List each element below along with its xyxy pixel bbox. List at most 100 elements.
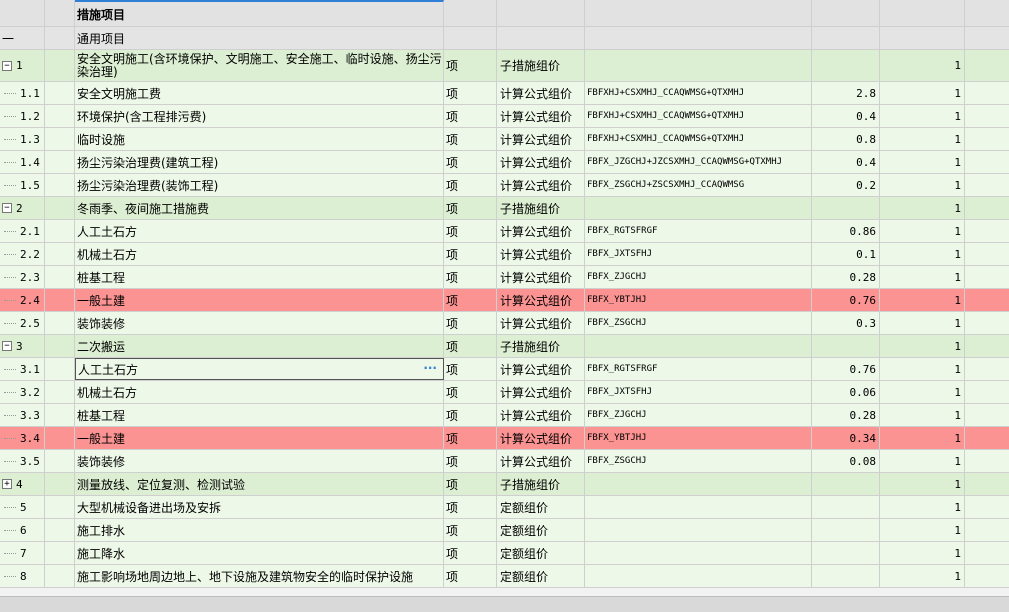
unit-cell[interactable]: 项	[444, 266, 497, 288]
rate-cell[interactable]: 0.34	[812, 427, 880, 449]
formula-cell[interactable]: FBFX_ZSGCHJ	[585, 312, 812, 334]
quantity-cell[interactable]: 1	[880, 82, 965, 104]
rate-cell[interactable]: 0.86	[812, 220, 880, 242]
number-cell[interactable]: −1	[0, 50, 45, 81]
number-cell[interactable]: 3.5	[0, 450, 45, 472]
table-row[interactable]: 2.4 一般土建 项计算公式组价 FBFX_YBTJHJ 0.76 1	[0, 289, 1009, 312]
quantity-cell[interactable]	[880, 27, 965, 49]
name-cell[interactable]: 安全文明施工费	[75, 82, 444, 104]
unit-cell[interactable]: 项	[444, 519, 497, 541]
pricing-type-cell[interactable]: 子措施组价	[497, 473, 585, 495]
formula-cell[interactable]: FBFX_YBTJHJ	[585, 427, 812, 449]
quantity-cell[interactable]: 1	[880, 404, 965, 426]
table-row[interactable]: 3.4 一般土建 项计算公式组价 FBFX_YBTJHJ 0.34 1	[0, 427, 1009, 450]
unit-cell[interactable]: 项	[444, 335, 497, 357]
pricing-type-cell[interactable]	[497, 27, 585, 49]
formula-cell[interactable]: FBFX_ZSGCHJ	[585, 450, 812, 472]
number-cell[interactable]: 1.5	[0, 174, 45, 196]
table-row[interactable]: 1.3 临时设施 项计算公式组价 FBFXHJ+CSXMHJ_CCAQWMSG+QTX…	[0, 128, 1009, 151]
quantity-cell[interactable]: 1	[880, 427, 965, 449]
horizontal-scrollbar[interactable]	[0, 596, 1009, 612]
pricing-type-cell[interactable]: 计算公式组价	[497, 105, 585, 127]
formula-cell[interactable]	[585, 197, 812, 219]
rate-cell[interactable]: 0.8	[812, 128, 880, 150]
pricing-type-cell[interactable]: 计算公式组价	[497, 151, 585, 173]
number-cell[interactable]: 6	[0, 519, 45, 541]
pricing-type-cell[interactable]: 计算公式组价	[497, 128, 585, 150]
formula-cell[interactable]: FBFXHJ+CSXMHJ_CCAQWMSG+QTXMHJ	[585, 128, 812, 150]
name-cell[interactable]: 一般土建	[75, 427, 444, 449]
collapse-icon[interactable]: −	[2, 60, 12, 71]
name-cell[interactable]: 装饰装修	[75, 450, 444, 472]
name-cell[interactable]: 施工降水	[75, 542, 444, 564]
rate-cell[interactable]: 2.8	[812, 82, 880, 104]
number-cell[interactable]: +4	[0, 473, 45, 495]
formula-cell[interactable]: FBFX_JXTSFHJ	[585, 381, 812, 403]
unit-cell[interactable]: 项	[444, 197, 497, 219]
quantity-cell[interactable]: 1	[880, 266, 965, 288]
name-cell[interactable]: 大型机械设备进出场及安拆	[75, 496, 444, 518]
formula-cell[interactable]	[585, 542, 812, 564]
name-cell[interactable]: 桩基工程	[75, 404, 444, 426]
quantity-cell[interactable]: 1	[880, 197, 965, 219]
name-cell[interactable]: 通用项目	[75, 27, 444, 49]
number-cell[interactable]: 2.4	[0, 289, 45, 311]
quantity-cell[interactable]: 1	[880, 335, 965, 357]
unit-cell[interactable]: 项	[444, 450, 497, 472]
number-cell[interactable]: 2.3	[0, 266, 45, 288]
formula-cell[interactable]	[585, 50, 812, 81]
name-cell[interactable]: 人工土石方	[75, 220, 444, 242]
rate-cell[interactable]	[812, 50, 880, 81]
pricing-type-cell[interactable]: 计算公式组价	[497, 312, 585, 334]
table-row[interactable]: 1.5 扬尘污染治理费(装饰工程) 项计算公式组价 FBFX_ZSGCHJ+ZSCSX…	[0, 174, 1009, 197]
name-cell[interactable]: 测量放线、定位复测、检测试验	[75, 473, 444, 495]
number-cell[interactable]: 3.3	[0, 404, 45, 426]
table-row[interactable]: 2.1 人工土石方 项计算公式组价 FBFX_RGTSFRGF 0.86 1	[0, 220, 1009, 243]
rate-cell[interactable]	[812, 335, 880, 357]
pricing-type-cell[interactable]: 子措施组价	[497, 197, 585, 219]
unit-cell[interactable]: 项	[444, 381, 497, 403]
unit-cell[interactable]: 项	[444, 50, 497, 81]
quantity-cell[interactable]: 1	[880, 312, 965, 334]
rate-cell[interactable]: 0.3	[812, 312, 880, 334]
table-row[interactable]: +4 测量放线、定位复测、检测试验 项子措施组价 1	[0, 473, 1009, 496]
quantity-cell[interactable]: 1	[880, 105, 965, 127]
number-cell[interactable]: 2.5	[0, 312, 45, 334]
unit-cell[interactable]: 项	[444, 82, 497, 104]
number-cell[interactable]: 3.2	[0, 381, 45, 403]
rate-cell[interactable]: 0.4	[812, 151, 880, 173]
unit-cell[interactable]: 项	[444, 404, 497, 426]
rate-cell[interactable]: 0.28	[812, 404, 880, 426]
name-cell[interactable]: 扬尘污染治理费(装饰工程)	[75, 174, 444, 196]
number-cell[interactable]: 2.2	[0, 243, 45, 265]
number-cell[interactable]: 3.4	[0, 427, 45, 449]
formula-cell[interactable]: FBFX_JXTSFHJ	[585, 243, 812, 265]
formula-cell[interactable]	[585, 519, 812, 541]
pricing-type-cell[interactable]: 计算公式组价	[497, 174, 585, 196]
quantity-cell[interactable]: 1	[880, 151, 965, 173]
quantity-cell[interactable]: 1	[880, 174, 965, 196]
quantity-cell[interactable]: 1	[880, 450, 965, 472]
name-cell[interactable]: 一般土建	[75, 289, 444, 311]
unit-cell[interactable]	[444, 27, 497, 49]
rate-cell[interactable]: 0.76	[812, 358, 880, 380]
table-row[interactable]: 3.1 人工土石方 ··· 项计算公式组价 FBFX_RGTSFRGF 0.76 1	[0, 358, 1009, 381]
pricing-type-cell[interactable]: 计算公式组价	[497, 266, 585, 288]
collapse-icon[interactable]: −	[2, 341, 12, 351]
unit-cell[interactable]: 项	[444, 105, 497, 127]
pricing-type-cell[interactable]: 计算公式组价	[497, 220, 585, 242]
table-row[interactable]: 1.1 安全文明施工费 项计算公式组价 FBFXHJ+CSXMHJ_CCAQWMSG+…	[0, 82, 1009, 105]
formula-cell[interactable]: FBFX_YBTJHJ	[585, 289, 812, 311]
unit-cell[interactable]: 项	[444, 496, 497, 518]
formula-cell[interactable]: FBFXHJ+CSXMHJ_CCAQWMSG+QTXMHJ	[585, 105, 812, 127]
rate-cell[interactable]	[812, 565, 880, 587]
quantity-cell[interactable]: 1	[880, 519, 965, 541]
table-row[interactable]: 7 施工降水 项定额组价 1	[0, 542, 1009, 565]
rate-cell[interactable]: 0.28	[812, 266, 880, 288]
unit-cell[interactable]: 项	[444, 473, 497, 495]
number-cell[interactable]: −2	[0, 197, 45, 219]
name-cell[interactable]: 环境保护(含工程排污费)	[75, 105, 444, 127]
table-row[interactable]: 1.2 环境保护(含工程排污费) 项计算公式组价 FBFXHJ+CSXMHJ_CCAQ…	[0, 105, 1009, 128]
rate-cell[interactable]: 0.4	[812, 105, 880, 127]
table-row[interactable]: −2 冬雨季、夜间施工措施费 项子措施组价 1	[0, 197, 1009, 220]
